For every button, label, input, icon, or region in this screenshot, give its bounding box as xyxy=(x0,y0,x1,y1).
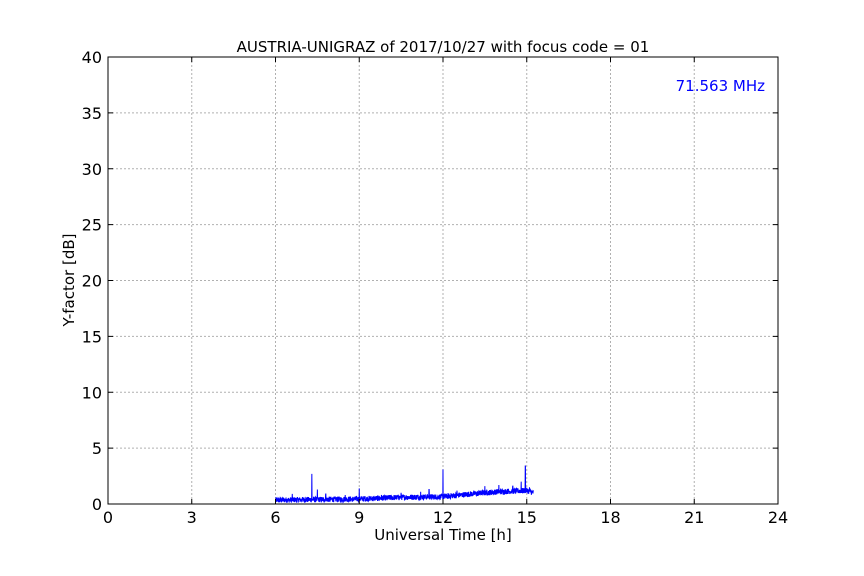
x-tick-label: 12 xyxy=(433,508,453,527)
y-axis-label: Y-factor [dB] xyxy=(60,233,78,327)
x-tick-label: 3 xyxy=(187,508,197,527)
y-tick-label: 40 xyxy=(82,48,102,67)
frequency-annotation: 71.563 MHz xyxy=(676,77,765,95)
y-factor-line-chart: 0 3 6 9 12 15 18 21 24 0 5 10 15 20 25 30 35 40 AUSTRIA-U… xyxy=(0,0,864,576)
chart-figure: 0 3 6 9 12 15 18 21 24 0 5 10 15 20 25 30 35 40 AUSTRIA-U… xyxy=(0,0,864,576)
x-tick-label: 9 xyxy=(354,508,364,527)
y-tick-label: 5 xyxy=(92,439,102,458)
x-tick-label: 6 xyxy=(270,508,280,527)
x-tick-label: 18 xyxy=(600,508,620,527)
y-tick-label: 15 xyxy=(82,327,102,346)
y-tick-label: 35 xyxy=(82,104,102,123)
y-tick-label: 0 xyxy=(92,495,102,514)
x-tick-label: 0 xyxy=(103,508,113,527)
x-axis-label: Universal Time [h] xyxy=(374,526,512,544)
y-tick-label: 10 xyxy=(82,383,102,402)
x-tick-label: 24 xyxy=(768,508,788,527)
y-tick-label: 25 xyxy=(82,216,102,235)
chart-title: AUSTRIA-UNIGRAZ of 2017/10/27 with focus… xyxy=(237,38,650,56)
y-tick-label: 30 xyxy=(82,160,102,179)
y-tick-label: 20 xyxy=(82,272,102,291)
x-tick-label: 15 xyxy=(517,508,537,527)
x-tick-label: 21 xyxy=(684,508,704,527)
